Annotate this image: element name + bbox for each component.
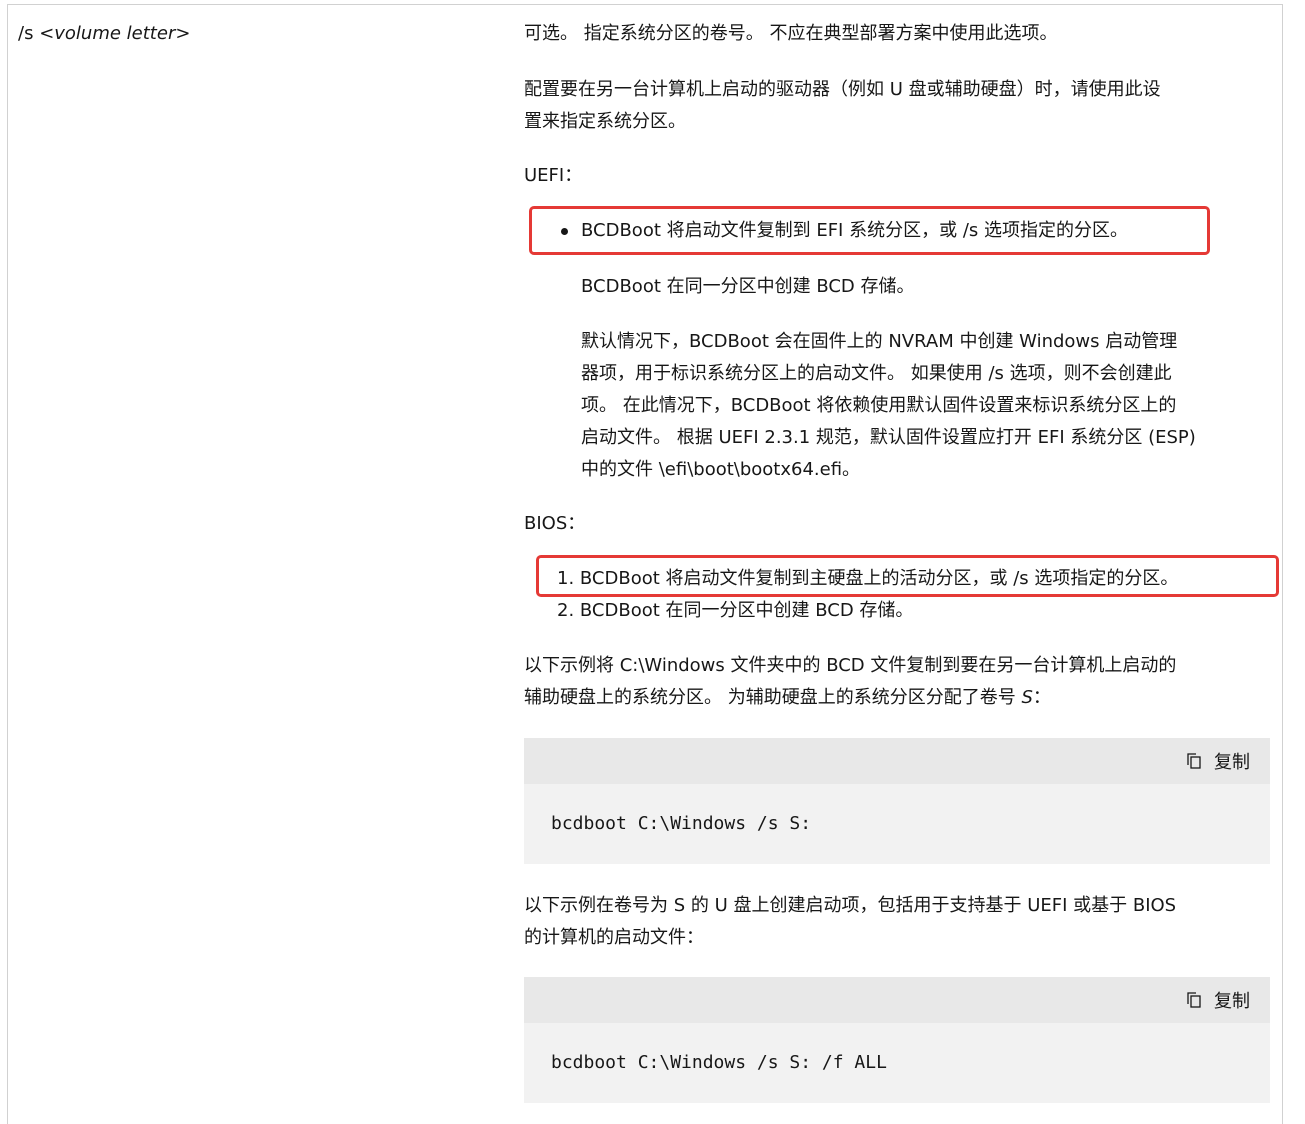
bios-heading: BIOS： bbox=[524, 513, 586, 534]
uefi-sub-paragraph-1: BCDBoot 在同一分区中创建 BCD 存储。 bbox=[581, 276, 915, 297]
example1-volume-letter: S bbox=[1021, 687, 1033, 708]
example1-line1: 以下示例将 C:\Windows 文件夹中的 BCD 文件复制到要在另一台计算机… bbox=[524, 655, 1177, 676]
description-config-line1: 配置要在另一台计算机上启动的驱动器（例如 U 盘或辅助硬盘）时，请使用此设 bbox=[524, 79, 1161, 100]
description-config-line2: 置来指定系统分区。 bbox=[524, 111, 686, 132]
example2-line2: 的计算机的启动文件： bbox=[524, 927, 704, 948]
code-block-2-header: 复制 bbox=[524, 977, 1270, 1023]
description-intro: 可选。 指定系统分区的卷号。 不应在典型部署方案中使用此选项。 bbox=[524, 23, 1058, 44]
example2-line1: 以下示例在卷号为 S 的 U 盘上创建启动项，包括用于支持基于 UEFI 或基于… bbox=[524, 895, 1177, 916]
code-block-2: 复制 bcdboot C:\Windows /s S: /f ALL bbox=[524, 977, 1270, 1103]
code-block-2-content[interactable]: bcdboot C:\Windows /s S: /f ALL bbox=[524, 1023, 1270, 1103]
bios-list-item-2: 2. BCDBoot 在同一分区中创建 BCD 存储。 bbox=[557, 600, 914, 621]
code-block-1-content[interactable]: bcdboot C:\Windows /s S: bbox=[524, 784, 1270, 864]
code-block-1-header: 复制 bbox=[524, 738, 1270, 784]
example1-end: ： bbox=[1032, 687, 1051, 708]
copy-icon bbox=[1187, 753, 1201, 769]
parameter-switch: /s bbox=[18, 23, 34, 44]
uefi-sub-paragraph-2-line2: 器项，用于标识系统分区上的启动文件。 如果使用 /s 选项，则不会创建此 bbox=[581, 363, 1172, 384]
copy-label: 复制 bbox=[1214, 991, 1250, 1012]
copy-icon bbox=[1187, 992, 1201, 1008]
parameter-argument: <volume letter> bbox=[39, 23, 191, 44]
uefi-sub-paragraph-2-line3: 项。 在此情况下，BCDBoot 将依赖使用默认固件设置来标识系统分区上的 bbox=[581, 395, 1177, 416]
copy-button-2[interactable]: 复制 bbox=[1184, 977, 1250, 1023]
uefi-sub-paragraph-2-line4: 启动文件。 根据 UEFI 2.3.1 规范，默认固件设置应打开 EFI 系统分… bbox=[581, 427, 1196, 448]
uefi-sub-paragraph-2-line1: 默认情况下，BCDBoot 会在固件上的 NVRAM 中创建 Windows 启… bbox=[581, 331, 1178, 352]
uefi-bullet-item: BCDBoot 将启动文件复制到 EFI 系统分区，或 /s 选项指定的分区。 bbox=[581, 220, 1128, 241]
example1-text: 辅助硬盘上的系统分区。 为辅助硬盘上的系统分区分配了卷号 bbox=[524, 687, 1022, 708]
example1-line2: 辅助硬盘上的系统分区。 为辅助硬盘上的系统分区分配了卷号 S： bbox=[524, 682, 1051, 714]
code-block-1: 复制 bcdboot C:\Windows /s S: bbox=[524, 738, 1270, 864]
parameter-name-cell: /s <volume letter> bbox=[18, 22, 190, 46]
copy-label: 复制 bbox=[1214, 752, 1250, 773]
copy-button-1[interactable]: 复制 bbox=[1184, 738, 1250, 784]
uefi-sub-paragraph-2-line5: 中的文件 \efi\boot\bootx64.efi。 bbox=[581, 459, 861, 480]
uefi-heading: UEFI： bbox=[524, 165, 583, 186]
bullet-icon bbox=[561, 228, 568, 235]
bios-list-item-1: 1. BCDBoot 将启动文件复制到主硬盘上的活动分区，或 /s 选项指定的分… bbox=[557, 568, 1179, 589]
